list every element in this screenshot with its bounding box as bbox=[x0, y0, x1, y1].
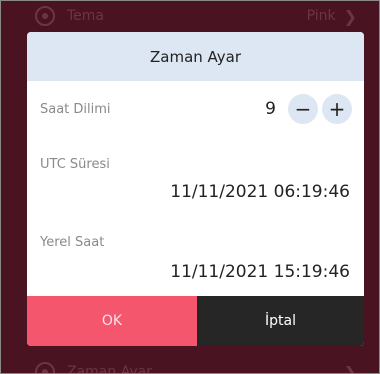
ok-button[interactable]: OK bbox=[27, 296, 197, 346]
local-time-value: 11/11/2021 15:19:46 bbox=[170, 262, 350, 282]
theme-setting-label: Tema bbox=[67, 8, 105, 24]
cancel-button[interactable]: İptal bbox=[197, 296, 364, 346]
app-frame: Tema Pink ❯ Zaman Ayar ❯ Zaman Ayar Saat… bbox=[0, 0, 380, 374]
time-setting-row[interactable]: Zaman Ayar ❯ bbox=[1, 357, 379, 374]
timezone-decrement-button[interactable]: − bbox=[288, 94, 318, 124]
utc-time-label: UTC Süresi bbox=[40, 157, 110, 172]
theme-setting-value: Pink bbox=[306, 8, 336, 24]
timezone-stepper: 9 − + bbox=[265, 94, 352, 124]
time-settings-dialog: Zaman Ayar Saat Dilimi 9 − + UTC Süresi … bbox=[27, 32, 364, 346]
chevron-right-icon: ❯ bbox=[343, 6, 357, 26]
timezone-increment-button[interactable]: + bbox=[322, 94, 352, 124]
timezone-label: Saat Dilimi bbox=[40, 102, 111, 117]
utc-time-value: 11/11/2021 06:19:46 bbox=[170, 182, 350, 202]
chevron-right-icon: ❯ bbox=[343, 362, 357, 374]
eye-icon bbox=[35, 6, 55, 26]
dialog-footer: OK İptal bbox=[27, 296, 364, 346]
clock-icon bbox=[35, 362, 55, 373]
theme-setting-row[interactable]: Tema Pink ❯ bbox=[1, 1, 379, 31]
local-time-label: Yerel Saat bbox=[40, 235, 105, 250]
time-setting-label: Zaman Ayar bbox=[67, 364, 152, 374]
dialog-title: Zaman Ayar bbox=[27, 32, 364, 81]
timezone-value: 9 bbox=[265, 99, 276, 119]
